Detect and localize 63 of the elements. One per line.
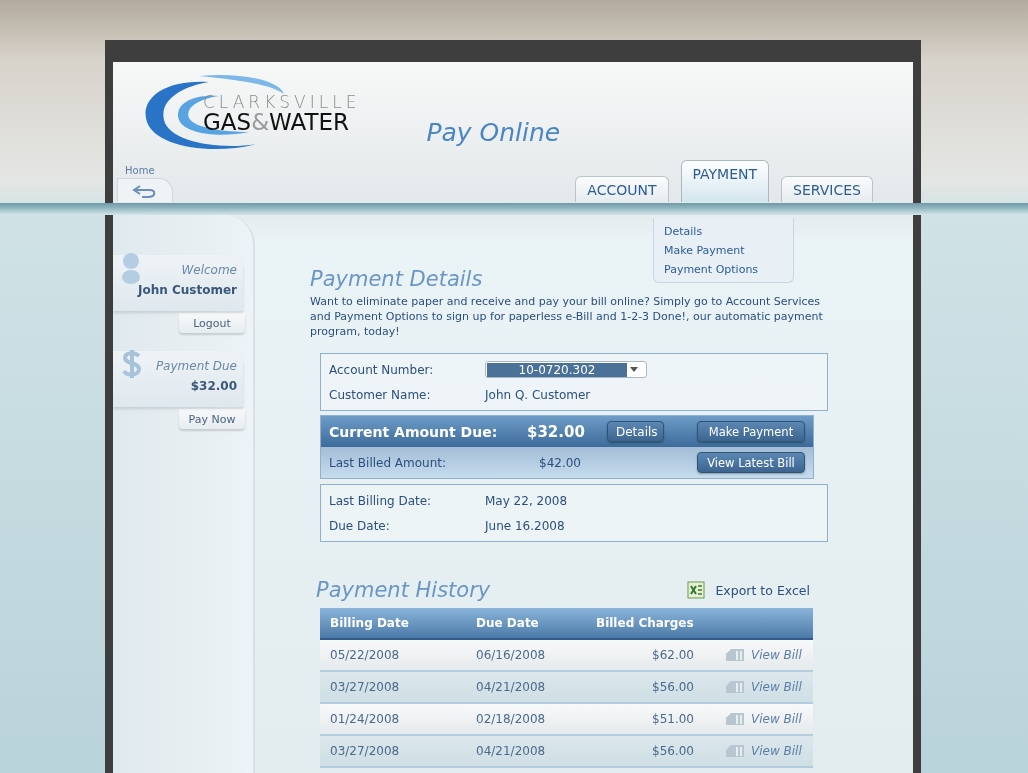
back-arrow-icon [132, 183, 158, 198]
column-header: Billing Date [329, 616, 410, 630]
spreadsheet-icon [687, 581, 706, 599]
make-payment-button[interactable]: Make Payment [697, 421, 805, 442]
current-due-amount: $32.00 [527, 422, 586, 441]
menu-item[interactable]: Details [664, 225, 793, 238]
column-header: Due Date [475, 616, 540, 630]
menu-item[interactable]: Payment Options [664, 263, 793, 276]
home-label: Home [125, 165, 156, 176]
customer-name: John Customer [138, 283, 237, 297]
field-label: Last Billed Amount: [329, 455, 448, 470]
nav-tab[interactable]: ACCOUNT [575, 176, 669, 202]
table-cell-text: 05/22/2008 [329, 648, 401, 662]
view-bill-link[interactable]: View Bill [751, 744, 802, 758]
section-title: Payment Details [310, 267, 483, 291]
logout-button[interactable]: Logout [179, 313, 245, 333]
nav-tab[interactable]: SERVICES [781, 176, 873, 202]
field-label: Account Number: [329, 362, 435, 377]
table-cell-text: $51.00 [651, 712, 694, 726]
intro-text: Want to eliminate paper and receive and pay your bill online? Simply go to Account Services and Payment Options to sign up for paperless e-Bill and 1-2-3 Done!, our automatic payment program, today! [310, 294, 824, 339]
view-bill-link[interactable]: View Bill [751, 648, 802, 662]
table-cell-text: 04/21/2008 [475, 680, 547, 694]
home-button[interactable] [117, 178, 173, 202]
view-bill-link[interactable]: View Bill [751, 712, 802, 726]
document-icon [726, 649, 744, 661]
field-label: Due Date: [329, 518, 391, 533]
table-cell-text: 06/16/2008 [475, 648, 547, 662]
amount-due: $32.00 [190, 379, 237, 393]
field-label: Last Billing Date: [329, 493, 433, 508]
person-icon [121, 252, 141, 284]
dollar-sign-icon [121, 348, 143, 380]
field-value: John Q. Customer [485, 387, 591, 402]
table-cell-text: 04/21/2008 [475, 744, 547, 758]
column-header: Billed Charges [595, 616, 694, 630]
details-button[interactable]: Details [607, 421, 664, 442]
field-label: Customer Name: [329, 387, 432, 402]
section-title: Payment History [316, 578, 492, 602]
table-cell-text: 02/18/2008 [475, 712, 547, 726]
payment-due-label: Payment Due [155, 359, 237, 373]
view-latest-bill-button[interactable]: View Latest Bill [697, 452, 805, 473]
current-due-label: Current Amount Due: [329, 423, 499, 440]
export-link[interactable]: Export to Excel [715, 582, 810, 598]
table-cell-text: 03/27/2008 [329, 744, 401, 758]
nav-tab[interactable]: PAYMENT [680, 160, 770, 202]
view-bill-link[interactable]: View Bill [751, 680, 802, 694]
document-icon [726, 681, 744, 693]
table-cell-text: 01/24/2008 [329, 712, 401, 726]
document-icon [726, 713, 744, 725]
field-value: $42.00 [539, 455, 581, 470]
field-value: June 16.2008 [485, 518, 565, 533]
company-logo: CLARKSVILLE GAS&WATER [203, 94, 361, 134]
table-cell-text: $56.00 [651, 744, 694, 758]
document-icon [726, 745, 744, 757]
welcome-label: Welcome [181, 263, 237, 277]
table-cell-text: $56.00 [651, 680, 694, 694]
page-title: Pay Online [426, 118, 561, 147]
table-cell-text: 03/27/2008 [329, 680, 401, 694]
account-select[interactable]: 10-0720.302 [485, 361, 647, 378]
table-cell-text: $62.00 [651, 648, 694, 662]
dropdown-caret-icon [630, 367, 638, 372]
field-value: May 22, 2008 [485, 493, 568, 508]
menu-item[interactable]: Make Payment [664, 244, 793, 257]
pay-now-button[interactable]: Pay Now [179, 409, 245, 429]
